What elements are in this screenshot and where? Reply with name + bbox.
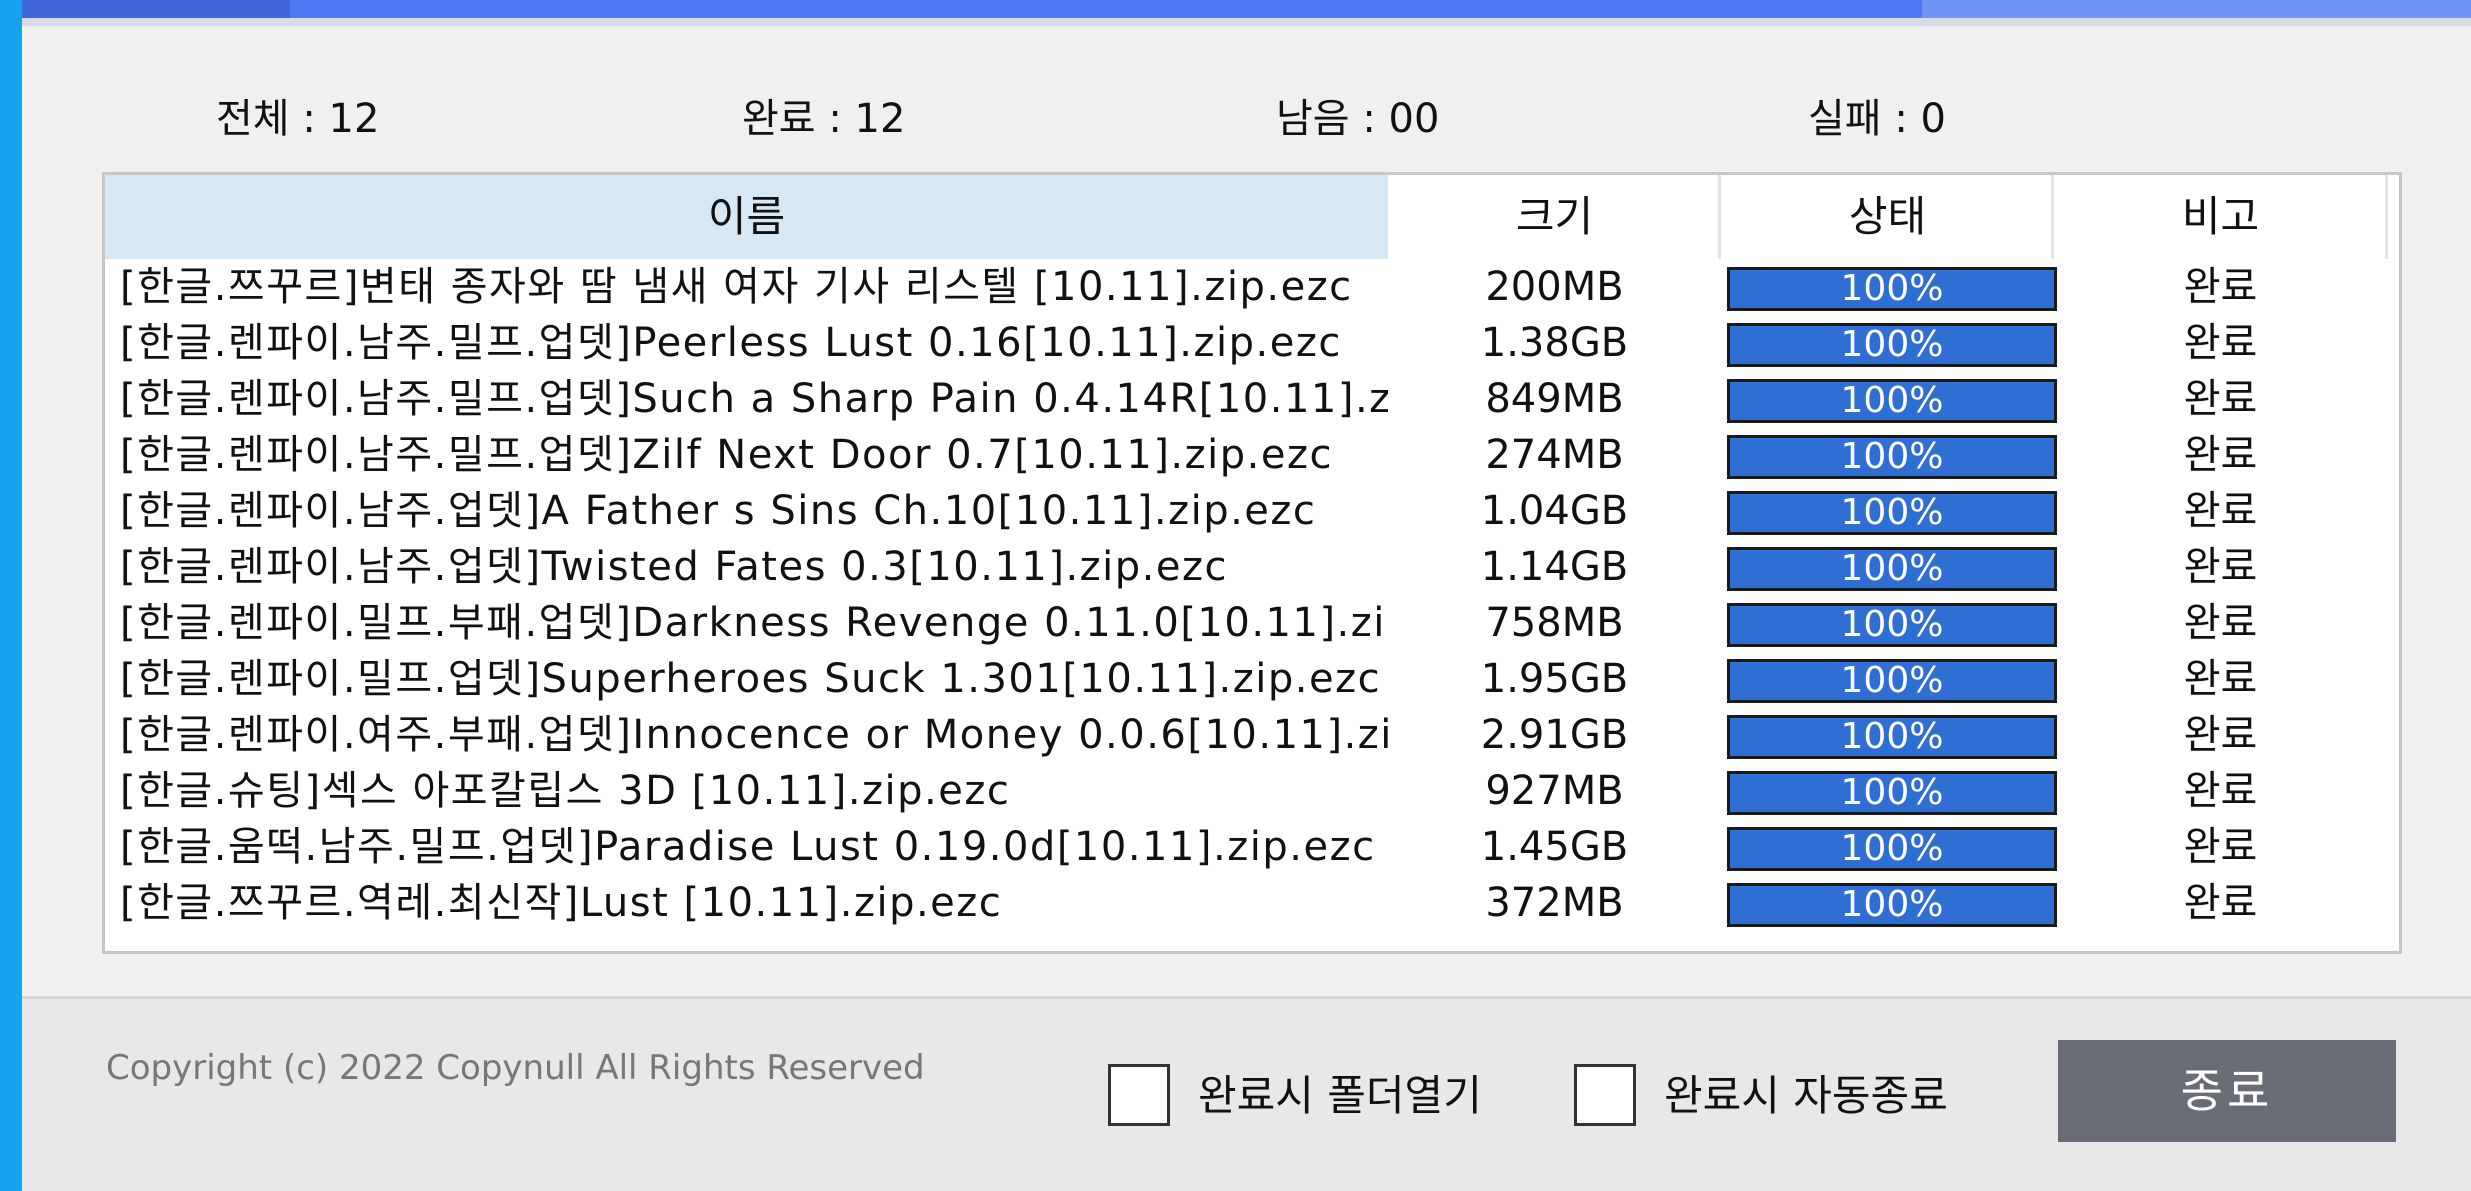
row-note: 완료: [2183, 600, 2258, 646]
open-folder-checkbox[interactable]: [1108, 1064, 1170, 1126]
stat-failed: 실패 : 0: [1808, 96, 1946, 142]
column-header-name[interactable]: 이름: [105, 175, 1388, 259]
row-note: 완료: [2183, 656, 2258, 702]
row-progress-text: 100%: [1840, 660, 1944, 701]
row-progress-bar: 100%: [1727, 883, 2057, 927]
file-size: 372MB: [1485, 880, 1624, 926]
file-name: [한글.슈팅]섹스 아포칼립스 3D [10.11].zip.ezc: [120, 768, 1011, 814]
table-row[interactable]: [한글.슈팅]섹스 아포칼립스 3D [10.11].zip.ezc 927MB 1…: [105, 763, 2399, 819]
stat-total: 전체 : 12: [216, 96, 380, 142]
row-note: 완료: [2183, 880, 2258, 926]
file-name: [한글.렌파이.밀프.부패.업뎃]Darkness Revenge 0.11.0…: [120, 600, 1388, 646]
window-side-accent: [0, 0, 22, 1191]
row-progress-text: 100%: [1840, 604, 1944, 645]
column-separator: [2051, 175, 2054, 259]
row-progress-text: 100%: [1840, 548, 1944, 589]
row-progress-bar: 100%: [1727, 435, 2057, 479]
row-note: 완료: [2183, 824, 2258, 870]
row-note: 완료: [2183, 264, 2258, 310]
row-progress-text: 100%: [1840, 828, 1944, 869]
file-name: [한글.렌파이.남주.밀프.업뎃]Such a Sharp Pain 0.4.1…: [120, 376, 1388, 422]
file-size: 758MB: [1485, 600, 1624, 646]
file-size: 2.91GB: [1480, 712, 1629, 758]
file-name: [한글.렌파이.여주.부패.업뎃]Innocence or Money 0.0.…: [120, 712, 1388, 758]
file-name: [한글.쯔꾸르.역레.최신작]Lust [10.11].zip.ezc: [120, 880, 1003, 926]
row-progress-text: 100%: [1840, 324, 1944, 365]
open-folder-label[interactable]: 완료시 폴더열기: [1198, 1062, 1482, 1123]
row-progress-bar: 100%: [1727, 659, 2057, 703]
top-divider: [22, 18, 2471, 26]
row-progress-text: 100%: [1840, 716, 1944, 757]
column-separator: [2385, 175, 2388, 259]
file-size: 1.14GB: [1480, 544, 1629, 590]
row-progress-text: 100%: [1840, 268, 1944, 309]
row-progress-bar: 100%: [1727, 771, 2057, 815]
file-name: [한글.렌파이.남주.밀프.업뎃]Peerless Lust 0.16[10.1…: [120, 320, 1342, 366]
file-size: 200MB: [1485, 264, 1624, 310]
row-progress-bar: 100%: [1727, 827, 2057, 871]
row-progress-bar: 100%: [1727, 491, 2057, 535]
row-progress-bar: 100%: [1727, 267, 2057, 311]
table-row[interactable]: [한글.쯔꾸르.역레.최신작]Lust [10.11].zip.ezc 372MB…: [105, 875, 2399, 931]
row-note: 완료: [2183, 376, 2258, 422]
file-name: [한글.움떡.남주.밀프.업뎃]Paradise Lust 0.19.0d[10…: [120, 824, 1376, 870]
footer-divider: [22, 996, 2471, 999]
stat-remaining: 남음 : 00: [1276, 96, 1440, 142]
footer-bar: Copyright (c) 2022 Copynull All Rights R…: [22, 996, 2471, 1191]
row-progress-text: 100%: [1840, 436, 1944, 477]
row-note: 완료: [2183, 432, 2258, 478]
file-name: [한글.렌파이.남주.업뎃]A Father s Sins Ch.10[10.1…: [120, 488, 1317, 534]
row-progress-bar: 100%: [1727, 323, 2057, 367]
row-progress-text: 100%: [1840, 772, 1944, 813]
table-row[interactable]: [한글.렌파이.남주.밀프.업뎃]Peerless Lust 0.16[10.1…: [105, 315, 2399, 371]
row-progress-bar: 100%: [1727, 379, 2057, 423]
exit-button[interactable]: 종료: [2058, 1040, 2396, 1142]
table-row[interactable]: [한글.움떡.남주.밀프.업뎃]Paradise Lust 0.19.0d[10…: [105, 819, 2399, 875]
table-row[interactable]: [한글.렌파이.밀프.업뎃]Superheroes Suck 1.301[10.…: [105, 651, 2399, 707]
row-progress-text: 100%: [1840, 492, 1944, 533]
column-header-size[interactable]: 크기: [1388, 175, 1721, 259]
table-row[interactable]: [한글.렌파이.밀프.부패.업뎃]Darkness Revenge 0.11.0…: [105, 595, 2399, 651]
file-name: [한글.렌파이.남주.업뎃]Twisted Fates 0.3[10.11].z…: [120, 544, 1228, 590]
column-header-note[interactable]: 비고: [2054, 175, 2387, 259]
table-row[interactable]: [한글.렌파이.남주.밀프.업뎃]Such a Sharp Pain 0.4.1…: [105, 371, 2399, 427]
table-row[interactable]: [한글.렌파이.남주.업뎃]A Father s Sins Ch.10[10.1…: [105, 483, 2399, 539]
overall-progress-segment-right: [1922, 0, 2471, 18]
download-list[interactable]: 이름 크기 상태 비고 [한글.쯔꾸르]변태 종자와 땀 냄새 여자 기사 리스…: [102, 172, 2402, 954]
row-progress-bar: 100%: [1727, 603, 2057, 647]
row-note: 완료: [2183, 320, 2258, 366]
file-size: 849MB: [1485, 376, 1624, 422]
table-row[interactable]: [한글.쯔꾸르]변태 종자와 땀 냄새 여자 기사 리스텔 [10.11].zi…: [105, 259, 2399, 315]
row-note: 완료: [2183, 544, 2258, 590]
row-note: 완료: [2183, 768, 2258, 814]
overall-progress-bar: [22, 0, 2471, 18]
row-progress-text: 100%: [1840, 380, 1944, 421]
row-progress-bar: 100%: [1727, 715, 2057, 759]
file-name: [한글.렌파이.남주.밀프.업뎃]Zilf Next Door 0.7[10.1…: [120, 432, 1333, 478]
table-row[interactable]: [한글.렌파이.남주.밀프.업뎃]Zilf Next Door 0.7[10.1…: [105, 427, 2399, 483]
table-row[interactable]: [한글.렌파이.여주.부패.업뎃]Innocence or Money 0.0.…: [105, 707, 2399, 763]
file-name: [한글.렌파이.밀프.업뎃]Superheroes Suck 1.301[10.…: [120, 656, 1382, 702]
file-size: 1.04GB: [1480, 488, 1629, 534]
stat-done: 완료 : 12: [742, 96, 906, 142]
auto-close-checkbox[interactable]: [1574, 1064, 1636, 1126]
column-header-status[interactable]: 상태: [1721, 175, 2054, 259]
table-row[interactable]: [한글.렌파이.남주.업뎃]Twisted Fates 0.3[10.11].z…: [105, 539, 2399, 595]
file-size: 1.95GB: [1480, 656, 1629, 702]
copyright-text: Copyright (c) 2022 Copynull All Rights R…: [106, 1048, 925, 1088]
row-note: 완료: [2183, 712, 2258, 758]
file-size: 1.45GB: [1480, 824, 1629, 870]
auto-close-label[interactable]: 완료시 자동종료: [1664, 1062, 1948, 1123]
file-size: 1.38GB: [1480, 320, 1629, 366]
overall-progress-segment-left: [22, 0, 290, 18]
file-size: 927MB: [1485, 768, 1624, 814]
file-size: 274MB: [1485, 432, 1624, 478]
row-progress-bar: 100%: [1727, 547, 2057, 591]
column-separator: [1718, 175, 1721, 259]
row-progress-text: 100%: [1840, 884, 1944, 925]
row-note: 완료: [2183, 488, 2258, 534]
file-name: [한글.쯔꾸르]변태 종자와 땀 냄새 여자 기사 리스텔 [10.11].zi…: [120, 264, 1353, 310]
